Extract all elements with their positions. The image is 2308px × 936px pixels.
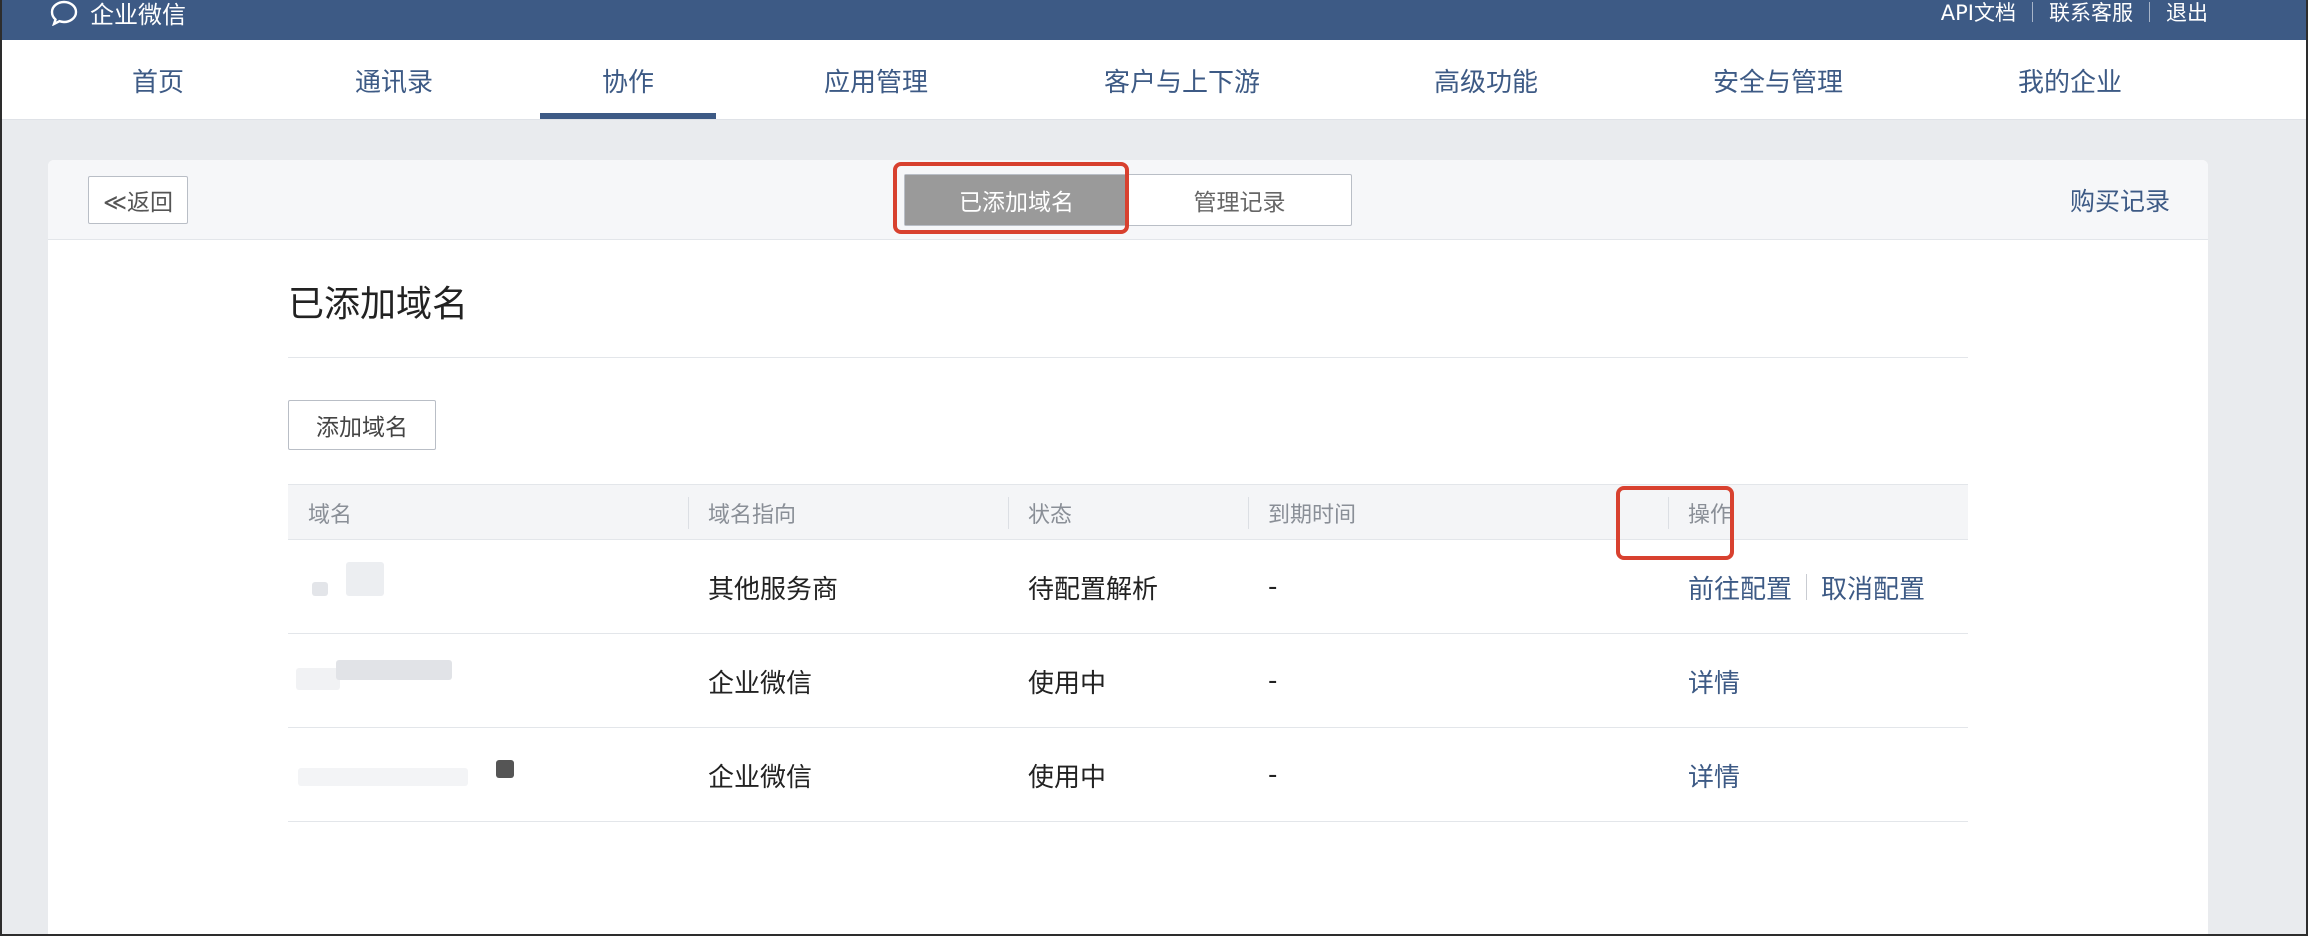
divider <box>1248 497 1249 529</box>
redacted-domain <box>296 668 340 690</box>
col-target: 域名指向 <box>708 503 797 528</box>
nav-home[interactable]: 首页 <box>100 40 216 120</box>
redacted-domain <box>336 660 452 680</box>
nav-contacts[interactable]: 通讯录 <box>320 40 468 120</box>
panel-header: ≪返回 已添加域名 管理记录 购买记录 <box>48 160 2208 240</box>
divider <box>688 497 689 529</box>
redacted-domain <box>298 768 468 786</box>
status-cell: 待配置解析 <box>1028 574 1159 605</box>
cancel-configure-link[interactable]: 取消配置 <box>1821 569 1925 606</box>
details-link[interactable]: 详情 <box>1688 757 1740 794</box>
contact-support-link[interactable]: 联系客服 <box>2049 0 2133 27</box>
col-domain: 域名 <box>308 503 353 528</box>
wecom-logo-icon <box>50 0 78 26</box>
purchase-records-link[interactable]: 购买记录 <box>2070 182 2170 218</box>
divider <box>2032 2 2033 22</box>
target-cell: 其他服务商 <box>708 574 839 605</box>
add-domain-button[interactable]: 添加域名 <box>288 400 436 450</box>
back-button[interactable]: ≪返回 <box>88 176 188 224</box>
col-status: 状态 <box>1028 503 1073 528</box>
status-cell: 使用中 <box>1028 762 1107 793</box>
target-cell: 企业微信 <box>708 762 813 793</box>
nav-advanced[interactable]: 高级功能 <box>1400 40 1572 120</box>
redacted-domain <box>312 582 328 596</box>
target-cell: 企业微信 <box>708 668 813 699</box>
expiry-cell: - <box>1268 572 1278 602</box>
divider <box>1008 497 1009 529</box>
actions-cell: 详情 <box>1688 728 1740 822</box>
nav-customers[interactable]: 客户与上下游 <box>1076 40 1288 120</box>
api-docs-link[interactable]: API文档 <box>1941 0 2016 27</box>
expiry-cell: - <box>1268 666 1278 696</box>
brand[interactable]: 企业微信 <box>48 0 186 32</box>
redacted-domain <box>346 562 384 596</box>
highlight-box <box>893 162 1129 234</box>
main-nav: 首页 通讯录 协作 应用管理 客户与上下游 高级功能 安全与管理 我的企业 <box>0 40 2308 120</box>
details-link[interactable]: 详情 <box>1688 663 1740 700</box>
table-row: 企业微信 使用中 - 详情 <box>288 728 1968 822</box>
nav-collaboration[interactable]: 协作 <box>540 40 716 120</box>
divider <box>2149 2 2150 22</box>
nav-my-company[interactable]: 我的企业 <box>1990 40 2150 120</box>
top-links: API文档 联系客服 退出 <box>1941 0 2208 32</box>
col-expiry: 到期时间 <box>1268 503 1357 528</box>
page-title: 已添加域名 <box>288 284 469 325</box>
status-cell: 使用中 <box>1028 668 1107 699</box>
nav-app-management[interactable]: 应用管理 <box>790 40 962 120</box>
divider <box>1806 574 1808 600</box>
redacted-domain <box>496 760 514 778</box>
domain-panel: ≪返回 已添加域名 管理记录 购买记录 已添加域名 添加域名 域名 域名指向 状… <box>48 160 2208 936</box>
expiry-cell: - <box>1268 760 1278 790</box>
logout-link[interactable]: 退出 <box>2166 0 2208 27</box>
top-bar: 企业微信 API文档 联系客服 退出 <box>0 0 2308 40</box>
actions-cell: 详情 <box>1688 634 1740 728</box>
active-tab-indicator <box>540 113 716 119</box>
domain-cell <box>308 634 668 728</box>
brand-name: 企业微信 <box>90 0 186 29</box>
divider <box>288 357 1968 358</box>
go-configure-link[interactable]: 前往配置 <box>1688 569 1792 606</box>
tab-management-records[interactable]: 管理记录 <box>1128 175 1351 225</box>
nav-security[interactable]: 安全与管理 <box>1680 40 1876 120</box>
table-row: 企业微信 使用中 - 详情 <box>288 634 1968 728</box>
highlight-box <box>1616 486 1734 560</box>
